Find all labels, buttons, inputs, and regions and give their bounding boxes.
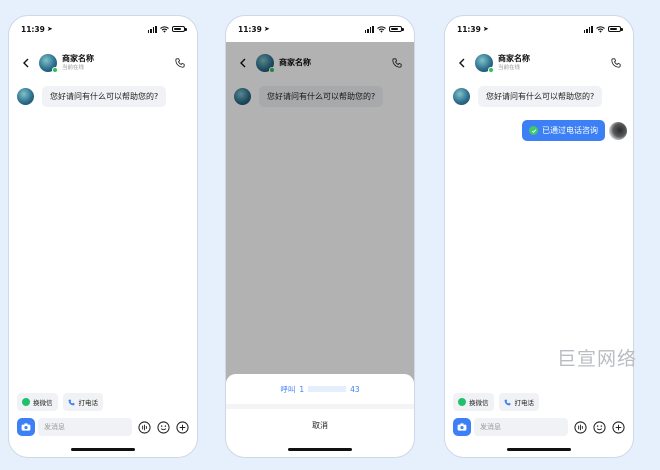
check-icon (529, 126, 538, 135)
signal-icon (364, 26, 374, 33)
chat-header: 商家名称 当前在线 (9, 42, 197, 84)
emoji-icon[interactable] (592, 420, 606, 434)
location-icon: ➤ (46, 25, 53, 33)
home-indicator (507, 448, 571, 451)
status-time: 11:39 ➤ (457, 25, 489, 34)
call-button[interactable]: 打电话 (62, 393, 103, 411)
back-icon[interactable] (455, 56, 469, 70)
status-time: 11:39 ➤ (21, 25, 53, 34)
camera-icon[interactable] (17, 418, 35, 436)
signal-icon (147, 26, 157, 33)
message-row: 您好请问有什么可以帮助您的? (453, 86, 625, 107)
plus-icon[interactable] (611, 420, 625, 434)
phone-icon[interactable] (173, 56, 187, 70)
location-icon: ➤ (482, 25, 489, 33)
wechat-button[interactable]: 换微信 (453, 393, 494, 411)
time-text: 11:39 (21, 24, 45, 34)
message-bubble: 您好请问有什么可以帮助您的? (478, 86, 603, 107)
message-input[interactable]: 发消息 (474, 418, 568, 436)
online-dot (488, 67, 494, 73)
time-text: 11:39 (457, 24, 481, 34)
time-text: 11:39 (238, 24, 262, 34)
number-end: 43 (350, 384, 360, 394)
shop-name: 商家名称 (62, 54, 94, 63)
watermark-text: 巨宣网络 (557, 348, 638, 370)
wifi-icon (160, 25, 169, 33)
call-number-button[interactable]: 呼叫 1 43 (226, 374, 414, 404)
quick-actions: 换微信 打电话 (17, 393, 103, 411)
home-indicator (71, 448, 135, 451)
input-bar: 发消息 (17, 417, 189, 437)
message-input[interactable]: 发消息 (38, 418, 132, 436)
shop-status: 当前在线 (62, 65, 85, 71)
input-bar: 发消息 (453, 417, 625, 437)
battery-icon (389, 25, 404, 33)
user-avatar[interactable] (609, 121, 627, 140)
call-notice-text: 已通过电话咨询 (542, 126, 598, 135)
quick-actions: 换微信 打电话 (453, 393, 539, 411)
emoji-icon[interactable] (156, 420, 170, 434)
camera-icon[interactable] (453, 418, 471, 436)
online-dot (52, 67, 58, 73)
shop-avatar[interactable] (39, 54, 58, 73)
signal-icon (583, 26, 593, 33)
battery-icon (608, 25, 623, 33)
back-icon[interactable] (19, 56, 33, 70)
voice-icon[interactable] (137, 420, 151, 434)
call-label: 呼叫 (280, 384, 296, 394)
status-time: 11:39 ➤ (238, 25, 270, 34)
wechat-label: 换微信 (469, 399, 489, 407)
phone-icon (504, 398, 512, 406)
wechat-button[interactable]: 换微信 (17, 393, 58, 411)
masked-number (308, 386, 347, 392)
wifi-icon (377, 25, 386, 33)
shop-avatar (17, 88, 34, 105)
message-bubble: 您好请问有什么可以帮助您的? (42, 86, 167, 107)
phone-icon (68, 398, 76, 406)
call-label: 打电话 (78, 399, 99, 407)
shop-status: 当前在线 (498, 65, 521, 71)
location-icon: ➤ (263, 25, 270, 33)
phone-screen-2: 11:39 ➤ 商家名称 您好请问有什么可以帮助您的? 呼叫 1 43 取消 (225, 15, 415, 458)
wifi-icon (596, 25, 605, 33)
message-row: 您好请问有什么可以帮助您的? (17, 86, 189, 107)
my-message-row: 已通过电话咨询 (522, 120, 627, 141)
plus-icon[interactable] (175, 420, 189, 434)
call-action-sheet: 呼叫 1 43 取消 (226, 374, 414, 457)
call-button[interactable]: 打电话 (498, 393, 539, 411)
wechat-icon (22, 398, 30, 406)
home-indicator (288, 448, 352, 451)
wechat-label: 换微信 (33, 399, 53, 407)
battery-icon (172, 25, 187, 33)
chat-header: 商家名称 当前在线 (445, 42, 633, 84)
number-start: 1 (299, 384, 305, 394)
call-label: 打电话 (514, 399, 535, 407)
status-bar: 11:39 ➤ (9, 16, 197, 42)
shop-avatar[interactable] (475, 54, 494, 73)
phone-icon[interactable] (609, 56, 623, 70)
status-bar: 11:39 ➤ (226, 16, 414, 42)
wechat-icon (458, 398, 466, 406)
shop-name: 商家名称 (498, 54, 530, 63)
phone-screen-1: 11:39 ➤ 商家名称 当前在线 您好请问有什么可以帮助您的? 换微信 打电话 … (8, 15, 198, 458)
phone-screen-3: 11:39 ➤ 商家名称 当前在线 您好请问有什么可以帮助您的? 已通过电话咨询 … (444, 15, 634, 458)
call-notice-bubble: 已通过电话咨询 (522, 120, 605, 141)
status-bar: 11:39 ➤ (445, 16, 633, 42)
voice-icon[interactable] (573, 420, 587, 434)
shop-avatar (453, 88, 470, 105)
